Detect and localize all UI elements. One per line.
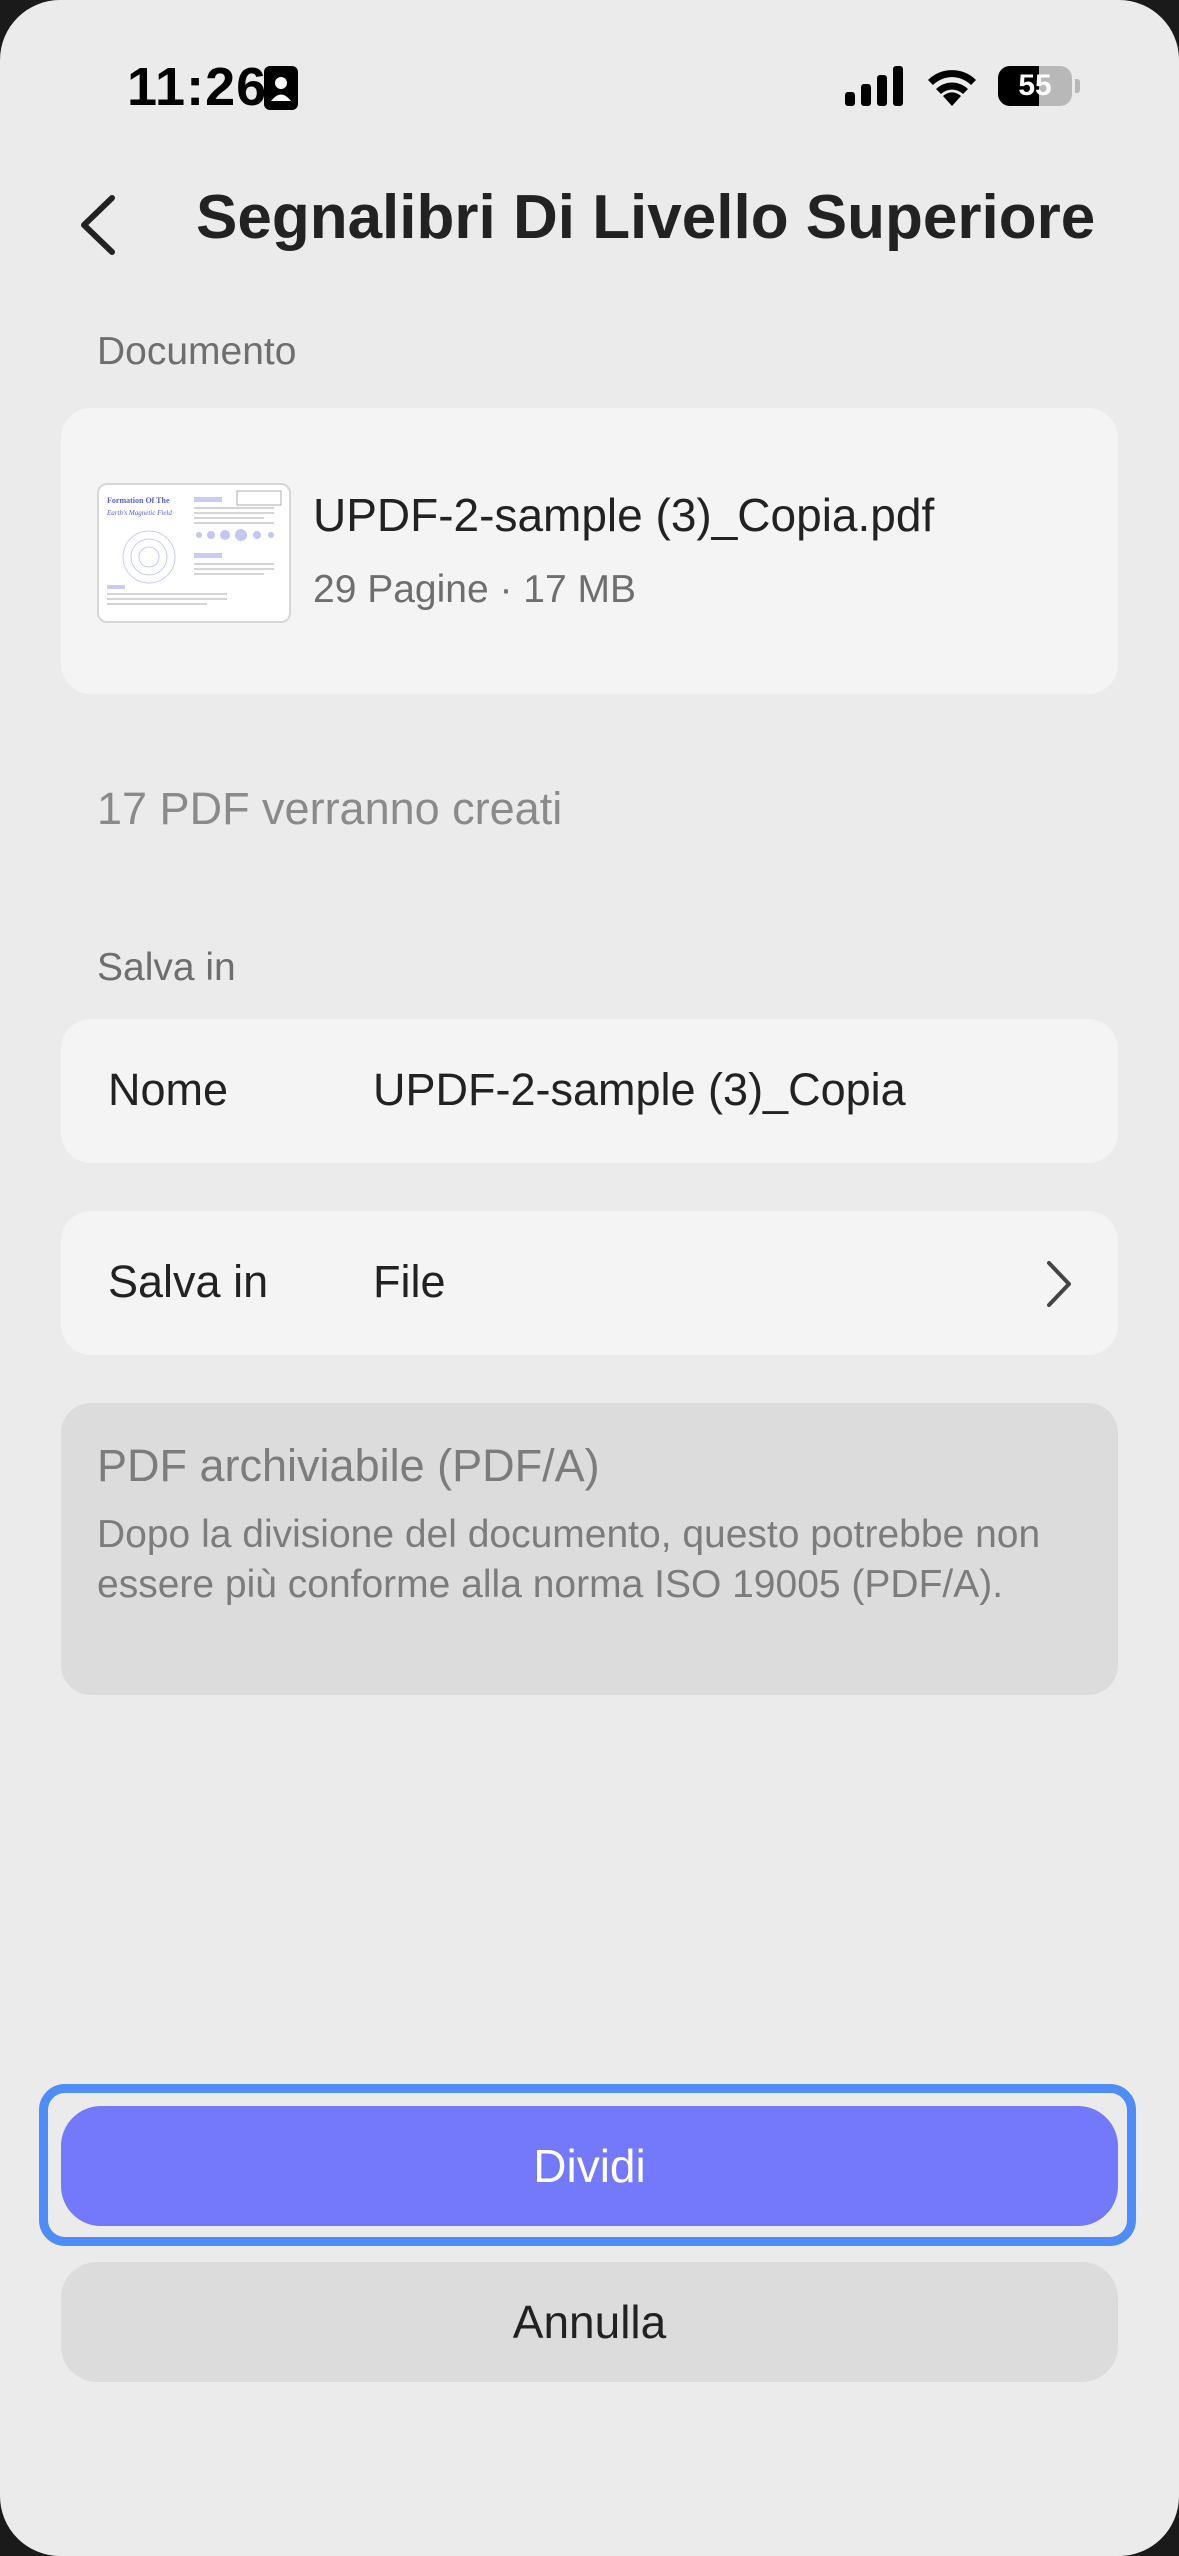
battery-icon: 55	[998, 66, 1080, 106]
status-time: 11:26	[127, 57, 268, 117]
file-meta: 29 Pagine · 17 MB	[313, 568, 637, 611]
battery-cap	[1075, 79, 1080, 93]
battery-body: 55	[998, 66, 1072, 106]
pdfa-description: Dopo la divisione del documento, questo …	[97, 1513, 1041, 1606]
chevron-right-icon	[1047, 1261, 1071, 1307]
save-location-label: Salva in	[108, 1256, 269, 1307]
name-row-label: Nome	[108, 1064, 229, 1115]
pdf-thumbnail-graphic: Formation Of The Earth's Magnetic Field	[106, 490, 282, 605]
cellular-signal-icon	[845, 66, 903, 106]
document-section-label: Documento	[97, 330, 297, 373]
thumb-heading-2: Earth's Magnetic Field	[106, 509, 172, 517]
wifi-icon	[928, 70, 976, 106]
page-title: Segnalibri Di Livello Superiore	[196, 183, 1096, 252]
thumb-heading-1: Formation Of The	[107, 496, 170, 505]
name-field[interactable]: UPDF-2-sample (3)_Copia	[373, 1064, 906, 1116]
id-card-icon	[264, 66, 298, 110]
save-section-label: Salva in	[97, 946, 236, 989]
file-name: UPDF-2-sample (3)_Copia.pdf	[313, 489, 935, 541]
split-button[interactable]: Dividi	[61, 2106, 1118, 2226]
back-button[interactable]	[68, 190, 128, 260]
save-location-value: File	[373, 1256, 446, 1307]
pdf-thumbnail: Formation Of The Earth's Magnetic Field	[97, 483, 291, 623]
split-by-bookmarks-screen: 11:26 55 Segnalibri Di Livello Superiore…	[0, 0, 1179, 2556]
battery-level: 55	[1018, 69, 1052, 102]
cancel-button[interactable]: Annulla	[61, 2262, 1118, 2382]
chevron-left-icon	[81, 195, 115, 255]
pdfa-title: PDF archiviabile (PDF/A)	[97, 1440, 600, 1491]
pdf-count-text: 17 PDF verranno creati	[97, 783, 563, 834]
